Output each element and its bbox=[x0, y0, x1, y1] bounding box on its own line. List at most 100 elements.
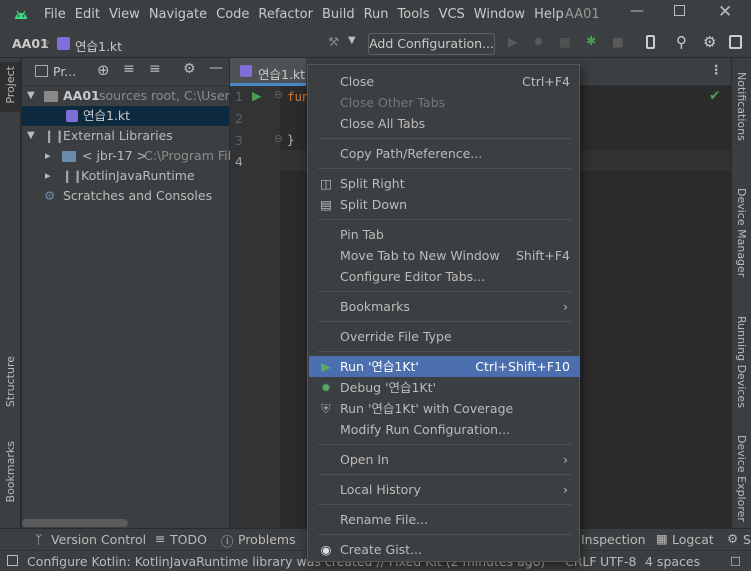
lock-icon[interactable]: ☐ bbox=[730, 554, 741, 569]
editor-tab-active[interactable]: 연습1.kt bbox=[230, 58, 306, 86]
menu-run[interactable]: Run bbox=[364, 7, 389, 22]
collapse-arrow-icon[interactable]: ▸ bbox=[45, 166, 51, 186]
breadcrumb-separator-icon: › bbox=[45, 34, 50, 49]
device-icon[interactable] bbox=[646, 35, 655, 49]
menu-item-split-down[interactable]: ▤ Split Down bbox=[309, 194, 580, 215]
status-layout-icon[interactable] bbox=[7, 555, 18, 566]
version-control-tab[interactable]: Version Control bbox=[51, 532, 146, 547]
menu-item-run-coverage[interactable]: ⛨ Run '연습1Kt' with Coverage bbox=[309, 398, 580, 419]
menu-vcs[interactable]: VCS bbox=[439, 7, 465, 22]
menu-item-debug[interactable]: ✹ Debug '연습1Kt' bbox=[309, 377, 580, 398]
tree-row-kotlin-runtime[interactable]: ▸ ❙❙ KotlinJavaRuntime bbox=[22, 166, 229, 186]
menu-item-run-coverage-label: Run '연습1Kt' with Coverage bbox=[340, 401, 514, 416]
menu-navigate[interactable]: Navigate bbox=[149, 7, 207, 22]
menu-code[interactable]: Code bbox=[216, 7, 249, 22]
maximize-button[interactable] bbox=[674, 5, 685, 16]
search-icon[interactable]: ⚲ bbox=[676, 33, 687, 51]
menu-item-move-tab[interactable]: Move Tab to New Window Shift+F4 bbox=[309, 245, 580, 266]
stop-icon[interactable]: ■ bbox=[612, 34, 624, 49]
submenu-arrow-icon: › bbox=[563, 482, 568, 497]
menu-item-open-in[interactable]: Open In › bbox=[309, 449, 580, 470]
android-logo-icon bbox=[15, 10, 27, 19]
hammer-icon[interactable]: ⚒ bbox=[328, 34, 339, 49]
menu-item-split-right[interactable]: ◫ Split Right bbox=[309, 173, 580, 194]
menu-item-rename-label: Rename File... bbox=[340, 512, 429, 527]
fold-icon[interactable]: ⊖ bbox=[274, 132, 283, 145]
menu-item-pin-tab[interactable]: Pin Tab bbox=[309, 224, 580, 245]
menu-item-run[interactable]: ▶ Run '연습1Kt' Ctrl+Shift+F10 bbox=[309, 356, 580, 377]
running-devices-tool-tab[interactable]: Running Devices bbox=[735, 316, 748, 408]
menu-build[interactable]: Build bbox=[322, 7, 355, 22]
menu-refactor[interactable]: Refactor bbox=[258, 7, 313, 22]
minimize-button[interactable]: — bbox=[630, 3, 644, 19]
debug-icon[interactable]: ✹ bbox=[533, 34, 543, 49]
coverage-icon[interactable]: ▦ bbox=[559, 34, 571, 49]
apply-changes-icon[interactable]: ✱ bbox=[586, 33, 596, 48]
menu-item-bookmarks[interactable]: Bookmarks › bbox=[309, 296, 580, 317]
problems-icon: ⓘ bbox=[221, 534, 234, 549]
expand-arrow-icon[interactable]: ▼ bbox=[27, 126, 35, 146]
hide-panel-icon[interactable]: — bbox=[209, 60, 223, 76]
menu-item-close-all-tabs[interactable]: Close All Tabs bbox=[309, 113, 580, 134]
tree-row-scratches[interactable]: ⚙ Scratches and Consoles bbox=[22, 186, 229, 206]
structure-tool-tab[interactable]: Structure bbox=[4, 356, 17, 407]
close-window-button[interactable]: ✕ bbox=[718, 2, 732, 22]
code-brace: } bbox=[287, 132, 295, 147]
todo-tab[interactable]: TODO bbox=[170, 532, 207, 547]
expand-arrow-icon[interactable]: ▼ bbox=[27, 86, 35, 106]
menu-separator bbox=[318, 138, 571, 139]
tree-row-file-selected[interactable]: 연습1.kt bbox=[22, 106, 229, 126]
tree-external-libraries-label: External Libraries bbox=[63, 128, 173, 143]
breadcrumb-file[interactable]: 연습1.kt bbox=[75, 36, 122, 55]
chevron-down-icon[interactable]: ▼ bbox=[348, 35, 356, 46]
breadcrumb-project[interactable]: AA01 bbox=[12, 36, 49, 51]
menu-window[interactable]: Window bbox=[474, 7, 525, 22]
options-gear-icon[interactable]: ⚙ bbox=[183, 61, 196, 77]
fold-icon[interactable]: ⊖ bbox=[274, 88, 283, 101]
tree-row-root[interactable]: ▼ AA01 sources root, C:\Users\ bbox=[22, 86, 240, 106]
device-manager-tool-tab[interactable]: Device Manager bbox=[735, 188, 748, 277]
tab-context-menu: Close Ctrl+F4 Close Other Tabs Close All … bbox=[307, 64, 580, 562]
collapse-all-icon[interactable]: ≡ bbox=[149, 61, 161, 77]
services-tab[interactable]: Se bbox=[743, 532, 751, 547]
menu-item-close-other-tabs[interactable]: Close Other Tabs bbox=[309, 92, 580, 113]
menu-separator bbox=[318, 444, 571, 445]
menu-item-create-gist[interactable]: ◉ Create Gist... bbox=[309, 539, 580, 560]
menu-item-copy-path[interactable]: Copy Path/Reference... bbox=[309, 143, 580, 164]
tree-jbr-label: < jbr-17 > bbox=[82, 148, 148, 163]
problems-tab[interactable]: Problems bbox=[238, 532, 296, 547]
horizontal-scrollbar[interactable] bbox=[22, 519, 128, 527]
tree-row-jbr[interactable]: ▸ < jbr-17 > C:\Program File bbox=[22, 146, 239, 166]
run-icon[interactable]: ▶ bbox=[508, 34, 518, 49]
menu-item-close[interactable]: Close Ctrl+F4 bbox=[309, 71, 580, 92]
file-encoding[interactable]: UTF-8 bbox=[600, 554, 636, 569]
run-gutter-icon[interactable]: ▶ bbox=[252, 88, 262, 103]
add-configuration-button[interactable]: Add Configuration... bbox=[368, 33, 495, 55]
more-options-icon[interactable]: ⋮ bbox=[710, 62, 723, 77]
device-explorer-tool-tab[interactable]: Device Explorer bbox=[735, 435, 748, 522]
logcat-tab[interactable]: Logcat bbox=[672, 532, 714, 547]
app-inspection-tab[interactable]: Inspection bbox=[581, 532, 646, 547]
gear-icon[interactable]: ⚙ bbox=[703, 33, 716, 51]
menu-item-modify-run[interactable]: Modify Run Configuration... bbox=[309, 419, 580, 440]
collapse-arrow-icon[interactable]: ▸ bbox=[45, 146, 51, 166]
tree-scratches-label: Scratches and Consoles bbox=[63, 188, 213, 203]
sdk-manager-icon[interactable] bbox=[729, 35, 742, 49]
locate-icon[interactable]: ⊕ bbox=[97, 61, 110, 79]
menu-help[interactable]: Help bbox=[534, 7, 564, 22]
menu-item-local-history[interactable]: Local History › bbox=[309, 479, 580, 500]
menu-tools[interactable]: Tools bbox=[398, 7, 430, 22]
notifications-tool-tab[interactable]: Notifications bbox=[735, 72, 748, 141]
menu-view[interactable]: View bbox=[109, 7, 140, 22]
project-panel-title[interactable]: Pr... bbox=[53, 64, 76, 79]
expand-all-icon[interactable]: ≡ bbox=[123, 61, 135, 77]
bookmarks-tool-tab[interactable]: Bookmarks bbox=[4, 441, 17, 502]
menu-edit[interactable]: Edit bbox=[75, 7, 100, 22]
indent-setting[interactable]: 4 spaces bbox=[645, 554, 700, 569]
menu-item-configure-tabs[interactable]: Configure Editor Tabs... bbox=[309, 266, 580, 287]
menu-item-rename-file[interactable]: Rename File... bbox=[309, 509, 580, 530]
menu-file[interactable]: File bbox=[44, 7, 66, 22]
tree-row-external-libraries[interactable]: ▼ ❙❙ External Libraries bbox=[22, 126, 229, 146]
project-tool-tab[interactable]: Project bbox=[4, 66, 17, 104]
menu-item-override-file-type[interactable]: Override File Type bbox=[309, 326, 580, 347]
